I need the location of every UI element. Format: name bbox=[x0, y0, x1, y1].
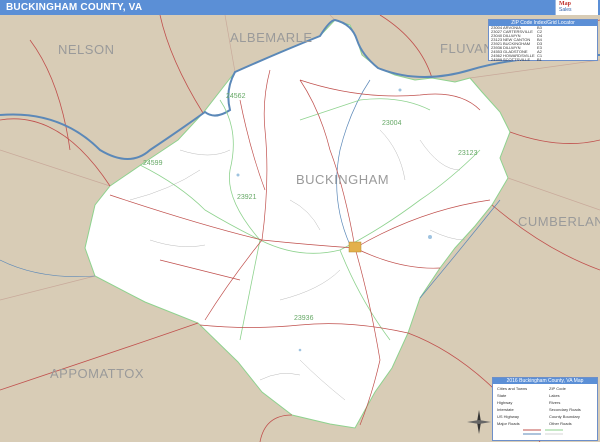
legend-item: County Boundary bbox=[549, 414, 580, 419]
county-boundary-line bbox=[0, 275, 96, 301]
legend-item: Secondary Roads bbox=[549, 407, 581, 412]
zip-index-city: SCOTTSVILLE bbox=[503, 58, 531, 62]
creek bbox=[0, 259, 96, 277]
county-label-appomattox: APPOMATTOX bbox=[50, 366, 145, 381]
county-label-buckingham: BUCKINGHAM bbox=[296, 172, 390, 187]
outer-road bbox=[379, 15, 433, 79]
lake bbox=[236, 173, 240, 177]
north-arrow-icon bbox=[467, 410, 491, 434]
county-label-albemarle: ALBEMARLE bbox=[230, 30, 313, 45]
zip-label: 23123 bbox=[458, 150, 478, 157]
zip-code-index: ZIP Code Index/Grid Locator 23004 ARVONIA… bbox=[488, 19, 598, 62]
legend-title: 2016 Buckingham County, VA Map bbox=[493, 378, 597, 384]
legend-item: Cities and Towns bbox=[497, 386, 528, 391]
map-legend: 2016 Buckingham County, VA Map Cities an… bbox=[492, 377, 598, 441]
lake bbox=[298, 348, 302, 352]
zip-index-row: 24599 SCOTTSVILLE B1 bbox=[489, 58, 597, 62]
legend-item: Rivers bbox=[549, 400, 561, 405]
legend-item: Lakes bbox=[549, 393, 560, 398]
legend-item: US Highway bbox=[497, 414, 520, 419]
map-title: BUCKINGHAM COUNTY, VA bbox=[6, 2, 143, 13]
county-label-nelson: NELSON bbox=[58, 42, 115, 57]
outer-road bbox=[0, 118, 111, 187]
legend-line-samples bbox=[523, 429, 563, 435]
brand-logo-text-2: Sales bbox=[559, 7, 572, 13]
outer-road bbox=[509, 131, 600, 144]
legend-item: ZIP Code bbox=[549, 386, 566, 391]
legend-item: Major Roads bbox=[497, 421, 520, 426]
zip-label: 24562 bbox=[226, 93, 246, 100]
zip-label: 24599 bbox=[143, 160, 163, 167]
legend-item: Other Roads bbox=[549, 421, 572, 426]
zip-label: 23936 bbox=[294, 315, 314, 322]
county-area bbox=[84, 19, 511, 429]
legend-item: State bbox=[497, 393, 507, 398]
zip-label: 23921 bbox=[237, 194, 257, 201]
zip-index-zip: 24599 bbox=[491, 58, 503, 62]
county-boundary-line bbox=[507, 177, 600, 211]
lake bbox=[428, 235, 432, 239]
town-buckingham[interactable] bbox=[348, 241, 362, 253]
county-label-cumberland: CUMBERLAND bbox=[518, 214, 600, 229]
zip-index-grid: B1 bbox=[537, 58, 542, 62]
map-title-bar: BUCKINGHAM COUNTY, VA bbox=[0, 0, 600, 15]
legend-item: Interstate bbox=[497, 407, 514, 412]
brand-logo: Map Sales bbox=[555, 0, 598, 15]
outer-road bbox=[159, 15, 204, 114]
outer-road bbox=[259, 414, 293, 442]
legend-item: Highway bbox=[497, 400, 513, 405]
county-boundary-line bbox=[0, 149, 111, 187]
county-boundary-line bbox=[469, 59, 600, 79]
lake bbox=[398, 88, 402, 92]
zip-label: 23004 bbox=[382, 120, 402, 127]
